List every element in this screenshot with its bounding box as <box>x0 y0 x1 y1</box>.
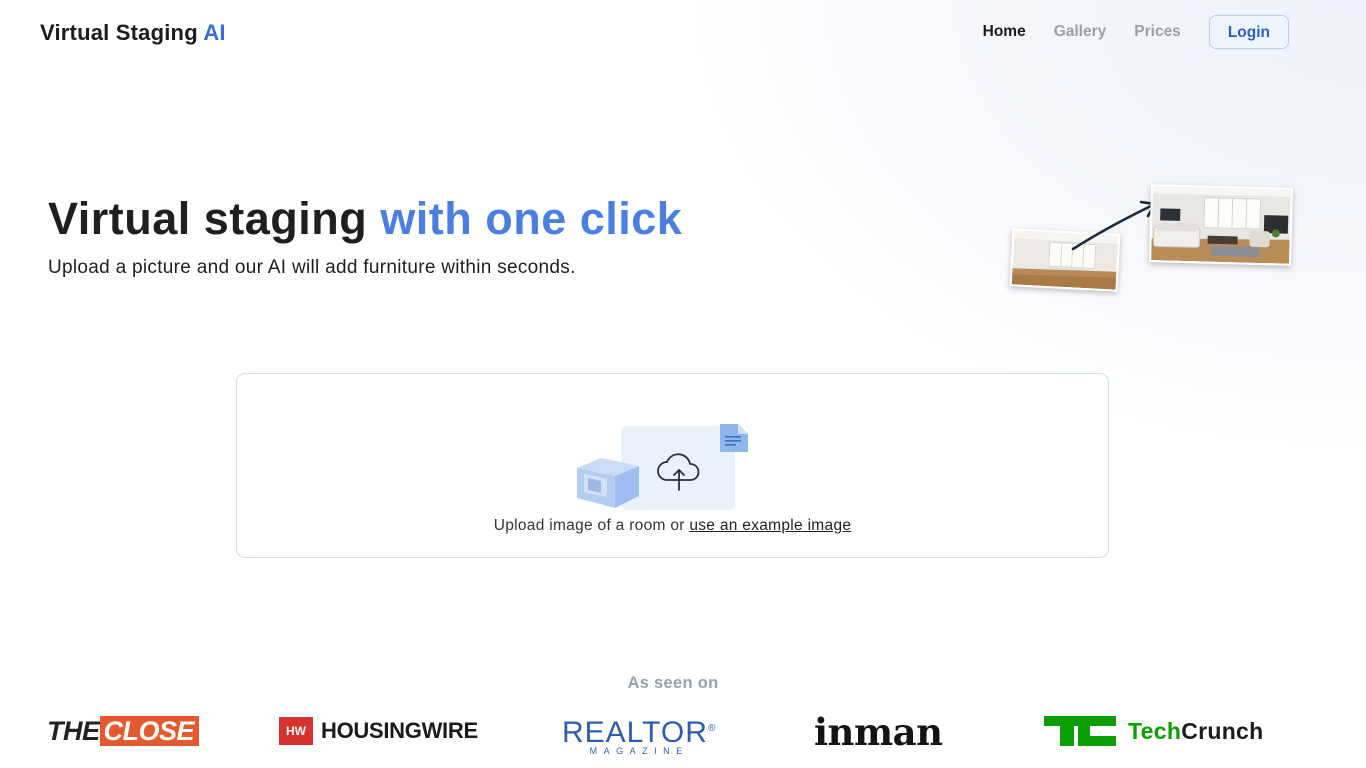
top-nav: Home Gallery Prices Login <box>983 15 1289 49</box>
techcrunch-mark-icon <box>1044 716 1116 746</box>
brand-name: Virtual Staging <box>40 20 204 45</box>
curved-arrow-icon <box>1071 200 1157 251</box>
hero-title: Virtual staging with one click <box>48 193 682 245</box>
housingwire-badge: HW <box>279 717 313 745</box>
login-button[interactable]: Login <box>1208 15 1289 49</box>
nav-prices[interactable]: Prices <box>1134 23 1181 41</box>
realtor-magazine-logo: REALTOR® MAGAZINE <box>562 716 717 757</box>
hero-title-accent: with one click <box>380 193 683 244</box>
as-seen-on-heading: As seen on <box>627 674 719 692</box>
hero-subtitle: Upload a picture and our AI will add fur… <box>48 257 576 278</box>
inman-logo: inman <box>814 710 943 754</box>
document-icon <box>720 424 748 452</box>
example-image-link[interactable]: use an example image <box>689 517 851 534</box>
housingwire-logo: HW HOUSINGWIRE <box>279 717 478 745</box>
nav-home[interactable]: Home <box>983 23 1026 41</box>
upload-prompt: Upload image of a room or use an example… <box>237 517 1108 535</box>
nav-gallery[interactable]: Gallery <box>1054 23 1107 41</box>
upload-text: Upload image of a room or <box>493 517 690 534</box>
upload-dropzone[interactable]: Upload image of a room or use an example… <box>236 373 1109 558</box>
brand-logo[interactable]: Virtual Staging AI <box>40 20 226 46</box>
hero-title-main: Virtual staging <box>48 193 368 244</box>
upload-illustration <box>577 424 748 510</box>
techcrunch-logo: TechCrunch <box>1044 716 1264 746</box>
press-logos: THE CLOSE HW HOUSINGWIRE REALTOR® MAGAZIN… <box>0 710 1366 762</box>
the-close-logo: THE CLOSE <box>47 716 200 747</box>
after-room-photo <box>1149 184 1293 266</box>
cube-icon <box>577 458 639 508</box>
brand-ai: AI <box>203 20 226 45</box>
